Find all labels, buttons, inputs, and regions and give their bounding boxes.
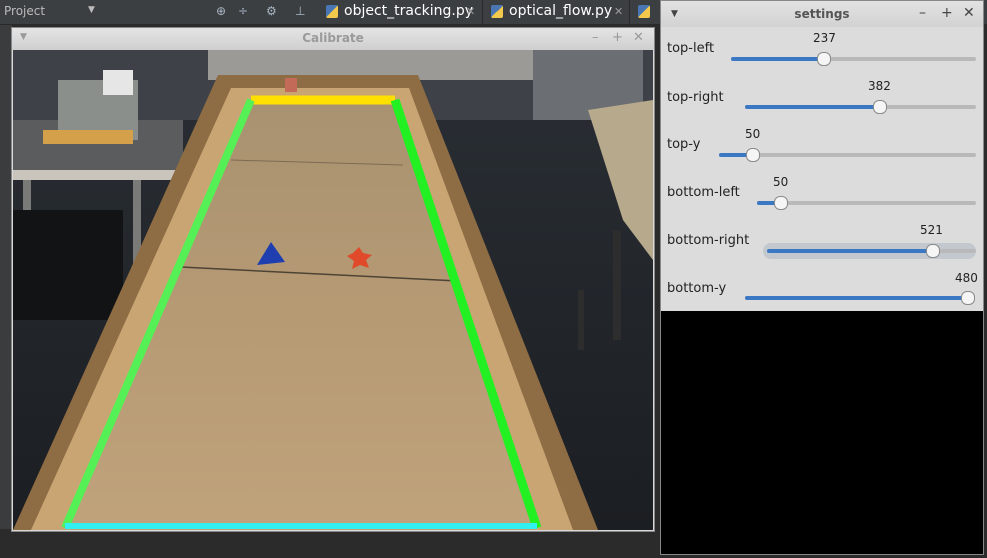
slider-handle[interactable]	[746, 148, 760, 162]
project-label[interactable]: Project	[4, 4, 45, 18]
trackbar-bottom-left: bottom-left 50	[661, 173, 983, 221]
trackbar-label: bottom-right	[667, 233, 750, 248]
trackbar-value: 50	[745, 127, 761, 141]
slider-track[interactable]	[719, 148, 976, 162]
minimize-icon[interactable]: –	[919, 5, 926, 21]
slider-fill	[745, 296, 971, 300]
slider-handle[interactable]	[926, 244, 940, 258]
tab-optical-flow[interactable]: optical_flow.py ✕	[483, 0, 630, 24]
slider-track[interactable]	[767, 244, 976, 258]
trackbar-value: 382	[868, 79, 891, 93]
trackbar-top-y: top-y 50	[661, 125, 983, 173]
maximize-icon[interactable]: +	[941, 5, 953, 21]
python-file-icon	[638, 5, 650, 18]
slider-track[interactable]	[757, 196, 976, 210]
window-title: Calibrate	[302, 31, 364, 45]
slider-track[interactable]	[745, 291, 975, 305]
minimize-icon[interactable]: –	[592, 30, 599, 45]
trackbar-value: 50	[773, 175, 789, 189]
slider-fill	[767, 249, 932, 253]
trackbar-label: top-left	[667, 41, 715, 56]
trackbar-top-left: top-left 237	[661, 29, 983, 77]
split-icon[interactable]: ÷	[238, 4, 248, 18]
pin-icon[interactable]: ⊥	[295, 4, 305, 18]
tab-label: object_tracking.py	[344, 3, 474, 19]
slider-track[interactable]	[745, 100, 976, 114]
close-icon[interactable]: ✕	[963, 5, 975, 21]
calibrate-titlebar[interactable]: ▼ Calibrate – + ✕	[12, 28, 654, 50]
tab-label: optical_flow.py	[509, 3, 613, 19]
window-title: settings	[794, 7, 850, 21]
slider-handle[interactable]	[873, 100, 887, 114]
trackbar-label: bottom-y	[667, 281, 727, 296]
trackbar-top-right: top-right 382	[661, 77, 983, 125]
slider-handle[interactable]	[961, 291, 975, 305]
close-icon[interactable]: ✕	[614, 5, 623, 18]
trackbar-label: bottom-left	[667, 185, 740, 200]
python-file-icon	[491, 5, 503, 18]
trackbar-label: top-right	[667, 90, 724, 105]
camera-image	[13, 50, 653, 530]
gear-icon[interactable]: ⚙	[266, 4, 277, 18]
ide-bottom-panel	[0, 529, 660, 558]
trackbar-value: 521	[920, 223, 943, 237]
settings-window: ▼ settings – + ✕ top-left 237 top-right …	[660, 0, 984, 555]
target-icon[interactable]: ⊕	[216, 4, 226, 18]
camera-feed	[13, 50, 653, 530]
chevron-down-icon[interactable]: ▼	[88, 5, 95, 15]
settings-image-area	[661, 311, 983, 554]
trackbar-label: top-y	[667, 137, 701, 152]
trackbar-value: 237	[813, 31, 836, 45]
slider-track[interactable]	[731, 52, 976, 66]
settings-titlebar[interactable]: ▼ settings – + ✕	[661, 1, 983, 27]
maximize-icon[interactable]: +	[612, 30, 623, 45]
trackbar-bottom-y: bottom-y 480	[661, 269, 983, 317]
tab-object-tracking[interactable]: object_tracking.py ✕	[318, 0, 483, 24]
close-icon[interactable]: ✕	[633, 30, 644, 45]
trackbar-value: 480	[955, 271, 978, 285]
slider-handle[interactable]	[774, 196, 788, 210]
trackbar-bottom-right: bottom-right 521	[661, 221, 983, 269]
calibrate-window: ▼ Calibrate – + ✕	[11, 27, 655, 532]
tab-overflow[interactable]	[630, 0, 661, 24]
slider-fill	[731, 57, 823, 61]
python-file-icon	[326, 5, 338, 18]
slider-handle[interactable]	[817, 52, 831, 66]
slider-fill	[745, 105, 879, 109]
close-icon[interactable]: ✕	[466, 5, 475, 18]
